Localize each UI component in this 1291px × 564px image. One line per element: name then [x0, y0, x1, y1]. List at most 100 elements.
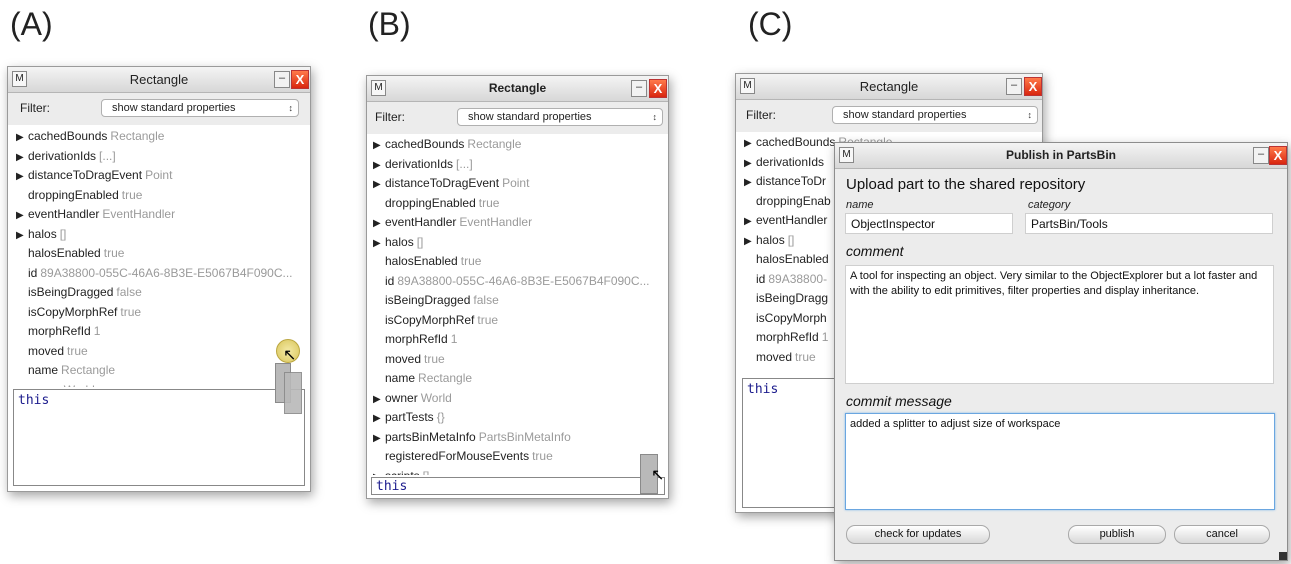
- name-field[interactable]: ObjectInspector: [845, 213, 1013, 234]
- expand-triangle-icon[interactable]: ▶: [373, 214, 385, 234]
- property-row[interactable]: morphRefId 1: [373, 330, 659, 350]
- property-row[interactable]: morphRefId 1: [16, 322, 301, 342]
- expand-triangle-icon[interactable]: ▶: [373, 136, 385, 156]
- expand-triangle-icon[interactable]: ▶: [373, 468, 385, 476]
- property-value: []: [787, 232, 795, 247]
- property-value: World: [420, 390, 452, 405]
- comment-textarea[interactable]: A tool for inspecting an object. Very si…: [845, 265, 1274, 384]
- expand-triangle-icon[interactable]: ▶: [16, 128, 28, 148]
- minimize-icon[interactable]: –: [631, 80, 647, 97]
- property-row[interactable]: isBeingDragged false: [373, 291, 659, 311]
- property-name: name: [28, 363, 59, 377]
- property-row[interactable]: moved true: [16, 342, 301, 362]
- expand-triangle-icon[interactable]: ▶: [744, 173, 756, 193]
- filter-select[interactable]: show standard properties ↕: [832, 106, 1038, 124]
- filter-label: Filter:: [375, 110, 405, 124]
- property-value: true: [477, 312, 499, 327]
- property-row[interactable]: ▶ derivationIds [...]: [373, 155, 659, 175]
- property-row[interactable]: ▶cachedBoundsRectangle: [373, 135, 659, 155]
- expand-triangle-icon[interactable]: ▶: [744, 232, 756, 252]
- close-icon[interactable]: X: [291, 70, 309, 89]
- property-row[interactable]: moved true: [373, 350, 659, 370]
- expand-triangle-icon[interactable]: ▶: [16, 206, 28, 226]
- property-row[interactable]: id 89A38800-055C-46A6-8B3E-E5067B4F090C..…: [373, 272, 659, 292]
- property-value: 89A38800-055C-46A6-8B3E-E5067B4F090C...: [397, 273, 650, 288]
- window-title: Rectangle: [488, 81, 547, 95]
- filter-select-value: show standard properties: [112, 102, 236, 114]
- property-row[interactable]: ▶ distanceToDragEvent Point: [16, 166, 301, 186]
- property-row[interactable]: ▶ownerWorld: [16, 381, 301, 388]
- property-row[interactable]: ▶ halos[]: [16, 225, 301, 245]
- property-row[interactable]: ▶ distanceToDragEvent Point: [373, 174, 659, 194]
- workspace-text: this: [18, 393, 50, 408]
- filter-select[interactable]: show standard properties ↕: [101, 99, 299, 117]
- expand-triangle-icon[interactable]: ▶: [373, 156, 385, 176]
- titlebar[interactable]: M Rectangle – X: [736, 74, 1042, 100]
- workspace-editor[interactable]: this: [371, 477, 665, 495]
- property-value: 1: [450, 332, 458, 346]
- expand-triangle-icon[interactable]: ▶: [16, 226, 28, 246]
- property-row[interactable]: ▶cachedBoundsRectangle: [16, 127, 301, 147]
- property-row[interactable]: ▶ eventHandler EventHandler: [16, 205, 301, 225]
- commit-message-textarea[interactable]: added a splitter to adjust size of works…: [845, 413, 1275, 510]
- property-row[interactable]: halosEnabled true: [16, 244, 301, 264]
- resize-handle[interactable]: [1279, 552, 1287, 560]
- workspace-text: this: [747, 382, 779, 397]
- filter-bar: Filter: show standard properties ↕: [8, 93, 310, 125]
- property-row[interactable]: id 89A38800-055C-46A6-8B3E-E5067B4F090C..…: [16, 264, 301, 284]
- property-row[interactable]: isCopyMorphRef true: [16, 303, 301, 323]
- expand-triangle-icon[interactable]: ▶: [373, 409, 385, 429]
- filter-select[interactable]: show standard properties ↕: [457, 108, 663, 126]
- property-row[interactable]: ▶scripts[]: [373, 467, 659, 476]
- property-row[interactable]: ▶ derivationIds [...]: [16, 147, 301, 167]
- expand-triangle-icon[interactable]: ▶: [744, 134, 756, 154]
- close-icon[interactable]: X: [649, 79, 667, 98]
- property-row[interactable]: registeredForMouseEvents true: [373, 447, 659, 467]
- property-row[interactable]: name Rectangle: [16, 361, 301, 381]
- property-value: true: [67, 343, 88, 358]
- cancel-button[interactable]: cancel: [1174, 525, 1270, 544]
- minimize-icon[interactable]: –: [1253, 147, 1269, 164]
- titlebar[interactable]: M Rectangle – X: [367, 76, 668, 102]
- property-name: isBeingDragged: [28, 285, 114, 299]
- expand-triangle-icon[interactable]: ▶: [16, 167, 28, 187]
- property-value: []: [59, 226, 67, 241]
- category-field[interactable]: PartsBin/Tools: [1025, 213, 1273, 234]
- property-value: []: [416, 234, 424, 249]
- property-row[interactable]: halosEnabled true: [373, 252, 659, 272]
- property-row[interactable]: droppingEnabled true: [373, 194, 659, 214]
- minimize-icon[interactable]: –: [274, 71, 290, 88]
- property-row[interactable]: ▶ownerWorld: [373, 389, 659, 409]
- minimize-icon[interactable]: –: [1006, 78, 1022, 95]
- expand-triangle-icon[interactable]: ▶: [373, 234, 385, 254]
- property-row[interactable]: droppingEnabled true: [16, 186, 301, 206]
- expand-triangle-icon[interactable]: ▶: [16, 382, 28, 388]
- property-row[interactable]: isBeingDragged false: [16, 283, 301, 303]
- close-icon[interactable]: X: [1269, 146, 1287, 165]
- check-for-updates-button[interactable]: check for updates: [846, 525, 990, 544]
- property-row[interactable]: ▶ eventHandler EventHandler: [373, 213, 659, 233]
- property-value: true: [103, 246, 125, 260]
- expand-triangle-icon[interactable]: ▶: [373, 429, 385, 449]
- property-row[interactable]: ▶ halos[]: [373, 233, 659, 253]
- comment-label: comment: [846, 243, 904, 259]
- property-row[interactable]: ▶ partTests{}: [373, 408, 659, 428]
- expand-triangle-icon[interactable]: ▶: [744, 212, 756, 232]
- dialog-title: Publish in PartsBin: [1005, 148, 1116, 162]
- publish-button[interactable]: publish: [1068, 525, 1166, 544]
- mouse-cursor-icon: ↖: [651, 467, 665, 484]
- titlebar[interactable]: M Rectangle – X: [8, 67, 310, 93]
- property-row[interactable]: isCopyMorphRef true: [373, 311, 659, 331]
- expand-triangle-icon[interactable]: ▶: [373, 390, 385, 410]
- property-row[interactable]: ▶ partsBinMetaInfo PartsBinMetaInfo: [373, 428, 659, 448]
- workspace-editor[interactable]: this: [13, 389, 305, 486]
- close-icon[interactable]: X: [1024, 77, 1042, 96]
- property-name: id: [385, 273, 395, 288]
- property-name: distanceToDr: [756, 174, 827, 188]
- expand-triangle-icon[interactable]: ▶: [16, 148, 28, 168]
- titlebar[interactable]: M Publish in PartsBin – X: [835, 143, 1287, 169]
- expand-triangle-icon[interactable]: ▶: [373, 175, 385, 195]
- property-name: distanceToDragEvent: [385, 176, 500, 190]
- expand-triangle-icon[interactable]: ▶: [744, 154, 756, 174]
- property-row[interactable]: name Rectangle: [373, 369, 659, 389]
